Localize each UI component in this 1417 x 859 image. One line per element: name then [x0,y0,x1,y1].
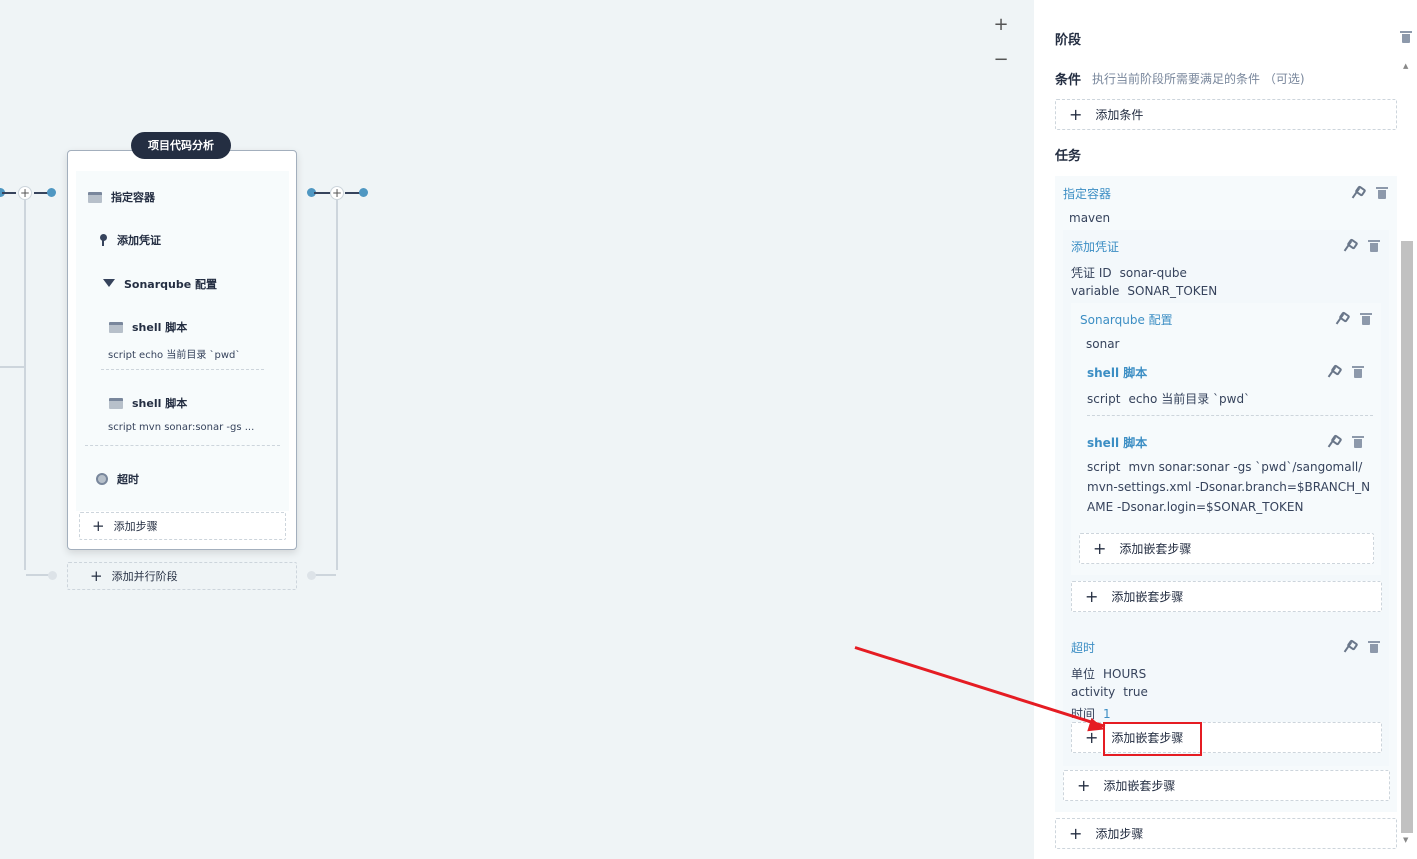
edit-credential-icon[interactable] [1342,240,1354,252]
task-shell-1[interactable]: shell 脚本 [109,319,187,335]
add-parallel-stage-button[interactable]: + 添加并行阶段 [67,562,297,590]
connector-line [314,192,330,194]
pipeline-canvas[interactable]: + − + + 项目代码分析 指定容器 添加凭证 Sonarqube 配置 sh… [0,0,1034,859]
divider [85,445,280,446]
add-step-button[interactable]: + 添加步骤 [1055,818,1397,849]
add-nested-step-button-sonar[interactable]: + 添加嵌套步骤 [1079,533,1374,564]
container-icon [88,191,102,203]
task-sonarqube[interactable]: Sonarqube 配置 [103,276,217,292]
sonar-title-link[interactable]: Sonarqube 配置 [1080,311,1173,328]
shell-2-script: script mvn sonar:sonar -gs `pwd`/sangomal… [1087,460,1371,514]
scroll-down-icon[interactable]: ▼ [1403,836,1408,844]
plus-icon: + [1077,776,1091,795]
branch-line [24,200,26,570]
plus-icon: + [1093,539,1107,558]
connector-dot [307,571,316,580]
delete-shell-1-icon[interactable] [1352,366,1364,378]
stage-title[interactable]: 项目代码分析 [131,132,231,159]
scrollbar-thumb[interactable] [1401,241,1413,833]
terminal-icon [109,321,123,333]
task-detail: script echo 当前目录 `pwd` [108,350,241,361]
task-credential[interactable]: 添加凭证 [98,232,161,248]
delete-shell-2-icon[interactable] [1352,436,1364,448]
delete-credential-icon[interactable] [1368,240,1380,252]
plus-icon: + [1069,824,1083,843]
sonar-value: sonar [1086,337,1120,351]
edit-container-icon[interactable] [1350,187,1362,199]
timeout-field: 单位 HOURS [1071,667,1147,681]
container-value: maven [1069,211,1111,225]
task-container[interactable]: 指定容器 [88,189,155,205]
plus-icon: + [90,567,103,585]
add-step-button[interactable]: + 添加步骤 [79,512,286,540]
task-detail: script mvn sonar:sonar -gs ... [108,422,255,433]
add-condition-label: 添加条件 [1095,108,1144,122]
plus-icon: + [1069,105,1083,124]
edit-sonar-icon[interactable] [1334,313,1346,325]
add-nested-step-button-container[interactable]: + 添加嵌套步骤 [1063,770,1390,801]
branch-line [0,366,24,368]
task-shell-2[interactable]: shell 脚本 [109,395,187,411]
plus-icon: + [1085,587,1099,606]
divider [101,369,264,370]
add-nested-step-label: 添加嵌套步骤 [1111,590,1184,604]
plus-icon: + [92,517,105,535]
annotation-highlight-box [1103,722,1202,756]
credential-field: 凭证 ID sonar-qube [1071,266,1187,280]
delete-sonar-icon[interactable] [1360,313,1372,325]
stage-task-list [76,171,289,511]
shell-2-title-link[interactable]: shell 脚本 [1087,434,1147,451]
condition-label: 条件 [1055,73,1082,88]
connector-dot [48,571,57,580]
task-label: Sonarqube 配置 [124,278,218,291]
add-step-label: 添加步骤 [1095,827,1144,841]
timeout-field: activity true [1071,685,1148,699]
panel-title: 阶段 [1055,33,1082,48]
add-condition-button[interactable]: + 添加条件 [1055,99,1397,130]
zoom-out-button[interactable]: − [992,51,1010,69]
key-icon [98,234,108,246]
task-label: 指定容器 [111,191,155,204]
condition-desc: 执行当前阶段所需要满足的条件 （可选) [1092,72,1305,86]
container-title-link[interactable]: 指定容器 [1063,185,1111,202]
delete-container-icon[interactable] [1376,187,1388,199]
shell-1-script: script echo 当前目录 `pwd` [1087,392,1251,406]
edit-shell-1-icon[interactable] [1326,366,1338,378]
edit-timeout-icon[interactable] [1342,641,1354,653]
insert-stage-node[interactable]: + [18,186,32,200]
branch-line [26,574,50,576]
edit-shell-2-icon[interactable] [1326,436,1338,448]
connector-line [2,192,16,194]
credential-field: variable SONAR_TOKEN [1071,284,1218,298]
tasks-label: 任务 [1055,149,1082,164]
task-timeout[interactable]: 超时 [96,471,139,487]
credential-title-link[interactable]: 添加凭证 [1071,238,1119,255]
add-nested-step-label: 添加嵌套步骤 [1119,542,1192,556]
task-label: 添加凭证 [117,234,161,247]
delete-stage-icon[interactable] [1400,31,1412,43]
clock-icon [96,473,108,485]
delete-timeout-icon[interactable] [1368,641,1380,653]
timeout-title-link[interactable]: 超时 [1071,639,1095,656]
task-label: 超时 [117,473,139,486]
add-parallel-label: 添加并行阶段 [111,570,178,583]
shell-1-title-link[interactable]: shell 脚本 [1087,364,1147,381]
connector-line [34,192,48,194]
task-label: shell 脚本 [132,397,188,410]
task-label: shell 脚本 [132,321,188,334]
scroll-up-icon[interactable]: ▲ [1403,62,1408,70]
add-nested-step-button-credential[interactable]: + 添加嵌套步骤 [1071,581,1382,612]
connector-dot [359,188,368,197]
branch-line [336,200,338,570]
add-nested-step-label: 添加嵌套步骤 [1103,779,1176,793]
zoom-in-button[interactable]: + [992,16,1010,34]
sonar-icon [103,279,115,289]
divider [1087,415,1373,416]
add-step-label: 添加步骤 [113,520,158,533]
connector-dot [47,188,56,197]
terminal-icon [109,397,123,409]
stage-card[interactable]: 指定容器 添加凭证 Sonarqube 配置 shell 脚本 script e… [67,150,297,550]
insert-stage-node[interactable]: + [330,186,344,200]
